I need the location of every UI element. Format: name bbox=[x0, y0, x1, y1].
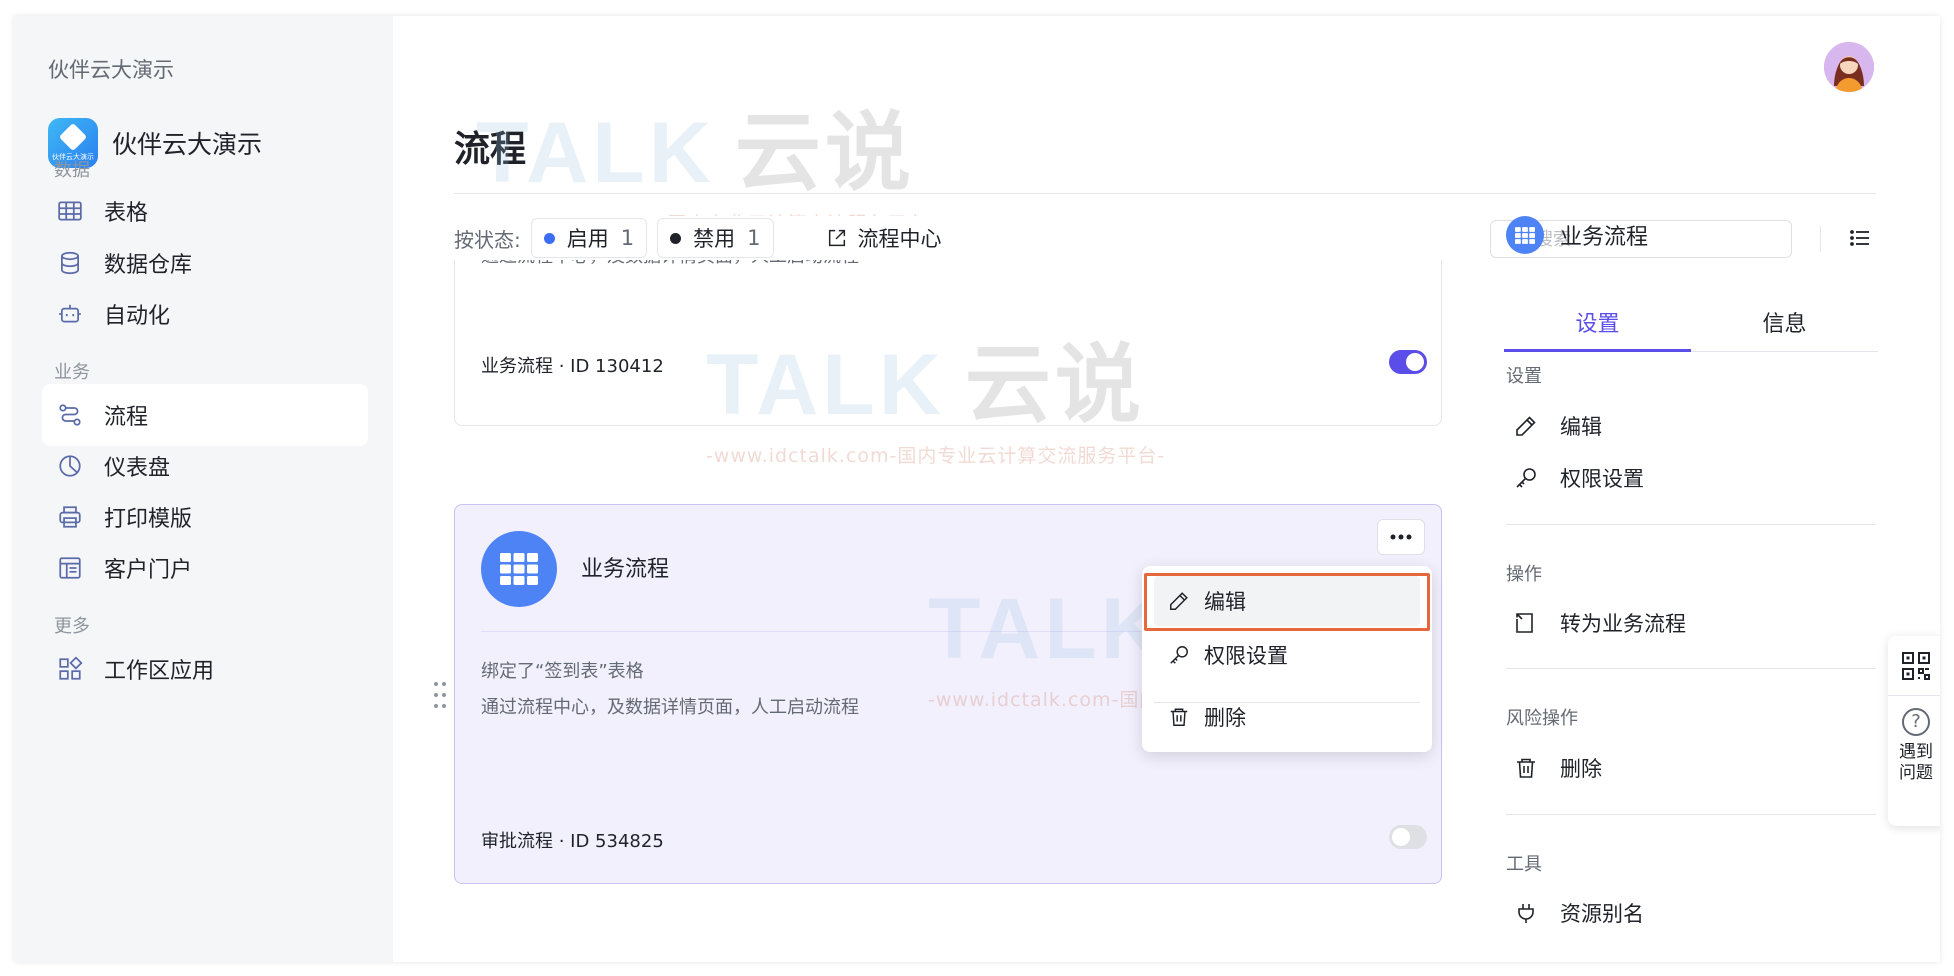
card-footer: 业务流程 · ID 130412 bbox=[481, 356, 664, 377]
group-label-data: 数据 bbox=[54, 160, 90, 181]
menu-item-permissions[interactable]: 权限设置 bbox=[1154, 630, 1420, 680]
list-view-button[interactable] bbox=[1844, 222, 1876, 254]
card-footer: 审批流程 · ID 534825 bbox=[481, 831, 664, 852]
watermark: TALK云说 -www.idctalk.com-国内专业云计算交流服务平台- bbox=[476, 105, 934, 235]
trash-icon bbox=[1517, 758, 1535, 778]
toolbar-divider bbox=[1820, 226, 1821, 252]
filter-chip-enabled[interactable]: 启用 1 bbox=[530, 218, 648, 258]
portal-icon bbox=[56, 554, 84, 582]
sidebar-item-label: 打印模版 bbox=[104, 507, 193, 532]
tab-settings[interactable]: 设置 bbox=[1504, 306, 1691, 352]
help-label: 遇到问题 bbox=[1899, 742, 1933, 783]
list-icon bbox=[1850, 230, 1869, 246]
section-divider bbox=[1506, 668, 1876, 669]
more-button[interactable] bbox=[1377, 519, 1425, 555]
help-icon: ? bbox=[1902, 708, 1930, 736]
floating-help-widget: ? 遇到问题 bbox=[1888, 636, 1940, 826]
panel-header: 业务流程 bbox=[1506, 216, 1648, 254]
enable-toggle[interactable] bbox=[1389, 825, 1427, 849]
grid-icon bbox=[1506, 216, 1544, 254]
sidebar-item-label: 仪表盘 bbox=[104, 456, 171, 481]
card-action-menu: 编辑 权限设置 删除 bbox=[1142, 566, 1432, 752]
apps-icon bbox=[56, 655, 84, 683]
menu-item-edit[interactable]: 编辑 bbox=[1154, 576, 1420, 626]
sidebar: 伙伴云大演示 伙伴云大演示 伙伴云大演示 数据 表格 数据仓库 自动化 业务 流… bbox=[14, 16, 393, 962]
panel-item-permissions[interactable]: 权限设置 bbox=[1514, 463, 1644, 493]
menu-item-delete[interactable]: 删除 bbox=[1154, 692, 1420, 742]
card-title: 业务流程 bbox=[581, 557, 670, 582]
more-icon bbox=[1390, 534, 1412, 540]
sidebar-item-label: 数据仓库 bbox=[104, 253, 193, 278]
sidebar-item-automation[interactable]: 自动化 bbox=[42, 283, 368, 345]
workspace-name[interactable]: 伙伴云大演示 bbox=[48, 54, 174, 84]
section-divider bbox=[1506, 524, 1876, 525]
filter-bar: 按状态: 启用 1 禁用 1 流程中心 bbox=[454, 216, 1869, 260]
flow-icon bbox=[56, 401, 84, 429]
filter-label: 按状态: bbox=[454, 227, 521, 252]
pencil-icon bbox=[1170, 592, 1188, 610]
help-button[interactable]: ? 遇到问题 bbox=[1888, 708, 1940, 784]
pencil-icon bbox=[1516, 416, 1536, 436]
section-label-risk: 风险操作 bbox=[1506, 708, 1578, 729]
flow-center-link[interactable]: 流程中心 bbox=[826, 223, 942, 253]
sidebar-item-label: 工作区应用 bbox=[104, 659, 215, 684]
robot-icon bbox=[56, 300, 84, 328]
panel-item-convert[interactable]: 转为业务流程 bbox=[1514, 608, 1686, 638]
table-icon bbox=[56, 197, 84, 225]
app-window: 伙伴云大演示 伙伴云大演示 伙伴云大演示 数据 表格 数据仓库 自动化 业务 流… bbox=[14, 16, 1940, 962]
external-link-icon bbox=[828, 229, 845, 247]
sidebar-item-label: 客户门户 bbox=[104, 558, 193, 583]
plug-icon bbox=[1518, 904, 1534, 923]
enable-toggle[interactable] bbox=[1389, 350, 1427, 374]
printer-icon bbox=[56, 503, 84, 531]
section-label-operations: 操作 bbox=[1506, 564, 1542, 585]
panel-tabs: 设置 信息 bbox=[1504, 306, 1878, 352]
app-title: 伙伴云大演示 bbox=[112, 130, 263, 159]
status-dot bbox=[670, 232, 682, 244]
qr-code-icon bbox=[1902, 651, 1930, 680]
sidebar-item-label: 表格 bbox=[104, 201, 149, 226]
page-title: 流程 bbox=[454, 129, 527, 170]
database-icon bbox=[56, 249, 84, 277]
card-description: 通过流程中心，及数据详情页面，人工启动流程 bbox=[481, 697, 859, 718]
panel-item-delete[interactable]: 删除 bbox=[1514, 753, 1602, 783]
title-divider bbox=[454, 193, 1876, 194]
sidebar-item-workspace-apps[interactable]: 工作区应用 bbox=[42, 638, 368, 700]
section-label-settings: 设置 bbox=[1506, 366, 1542, 387]
panel-item-resource-alias[interactable]: 资源别名 bbox=[1514, 898, 1644, 928]
dashboard-icon bbox=[56, 452, 84, 480]
avatar[interactable] bbox=[1824, 42, 1874, 92]
sidebar-item-customer-portal[interactable]: 客户门户 bbox=[42, 537, 368, 599]
status-dot bbox=[543, 232, 555, 244]
convert-icon bbox=[1516, 613, 1533, 633]
section-divider bbox=[1506, 814, 1876, 815]
panel-item-edit[interactable]: 编辑 bbox=[1514, 411, 1602, 441]
section-label-tools: 工具 bbox=[1506, 854, 1542, 875]
grid-icon bbox=[481, 531, 557, 607]
card-binding: 绑定了“签到表”表格 bbox=[481, 661, 644, 682]
panel-title: 业务流程 bbox=[1560, 225, 1649, 250]
filter-chip-disabled[interactable]: 禁用 1 bbox=[657, 218, 774, 258]
sidebar-item-label: 自动化 bbox=[104, 304, 171, 329]
qr-code-button[interactable] bbox=[1888, 636, 1940, 696]
key-icon bbox=[1170, 646, 1188, 664]
group-label-more: 更多 bbox=[54, 616, 90, 637]
tab-info[interactable]: 信息 bbox=[1691, 306, 1878, 351]
group-label-business: 业务 bbox=[54, 362, 90, 383]
sidebar-item-label: 流程 bbox=[104, 405, 149, 430]
drag-handle[interactable] bbox=[432, 680, 448, 710]
key-icon bbox=[1516, 468, 1536, 488]
trash-icon bbox=[1170, 708, 1188, 726]
